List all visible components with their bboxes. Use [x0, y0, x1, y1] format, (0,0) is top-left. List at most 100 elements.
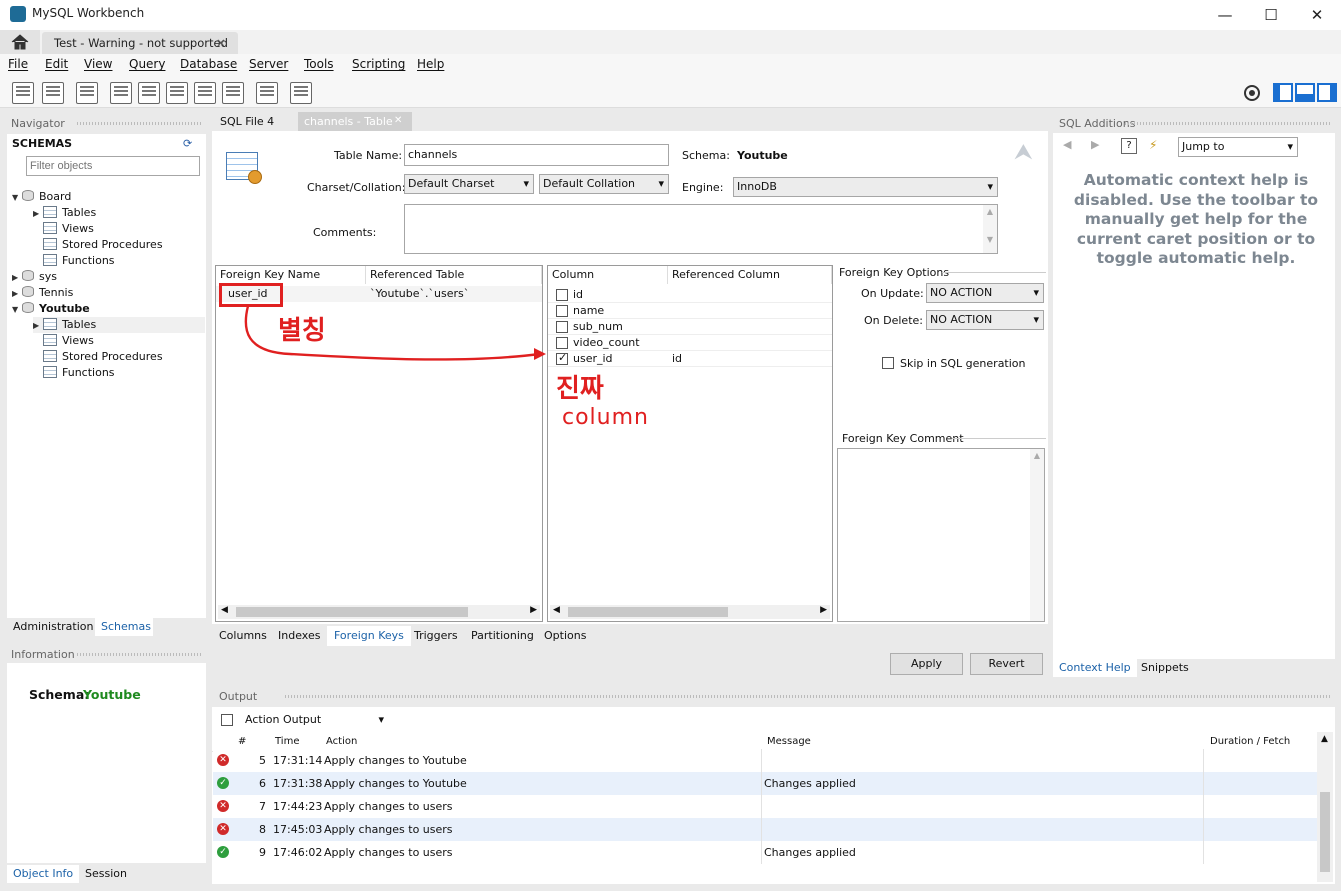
- charset-select[interactable]: Default Charset: [404, 174, 534, 194]
- menu-file[interactable]: File: [8, 57, 28, 71]
- column-row[interactable]: video_count: [548, 335, 832, 351]
- column-grid-hscrollbar[interactable]: ◀ ▶: [550, 605, 830, 619]
- menu-database[interactable]: Database: [180, 57, 237, 71]
- output-row[interactable]: ✓ 9 17:46:02 Apply changes to users Changes …: [213, 841, 1317, 864]
- menu-scripting[interactable]: Scripting: [352, 57, 405, 71]
- home-tab[interactable]: [0, 30, 40, 54]
- comments-textarea[interactable]: ▲ ▼: [404, 204, 998, 254]
- schema-board[interactable]: ▼ Board: [12, 189, 204, 205]
- reconnect-icon[interactable]: [290, 82, 312, 104]
- output-row[interactable]: ✕ 8 17:45:03 Apply changes to users: [213, 818, 1317, 841]
- expand-icon[interactable]: ▶: [12, 270, 22, 286]
- collapse-header-icon[interactable]: ⮝: [1014, 142, 1033, 164]
- output-row[interactable]: ✓ 6 17:31:38 Apply changes to Youtube Change…: [213, 772, 1317, 795]
- tab-channels-table[interactable]: channels - Table ✕: [298, 112, 412, 131]
- refresh-schemas-icon[interactable]: ⟳: [183, 137, 192, 150]
- collation-select[interactable]: Default Collation: [539, 174, 669, 194]
- subtab-triggers[interactable]: Triggers: [414, 629, 458, 642]
- menu-server[interactable]: Server: [249, 57, 288, 71]
- subtab-foreign-keys[interactable]: Foreign Keys: [327, 626, 411, 646]
- connection-tab[interactable]: Test - Warning - not supported ✕: [42, 32, 238, 54]
- referenced-column-value[interactable]: id: [672, 352, 682, 365]
- apply-button[interactable]: Apply: [890, 653, 963, 675]
- open-sql-script-icon[interactable]: [42, 82, 64, 104]
- menu-query[interactable]: Query: [129, 57, 165, 71]
- tab-session[interactable]: Session: [79, 865, 133, 883]
- settings-gear-icon[interactable]: [1243, 84, 1261, 102]
- schema-youtube[interactable]: ▼ Youtube: [12, 301, 204, 317]
- fk-grid-hscrollbar[interactable]: ◀ ▶: [218, 605, 540, 619]
- fk-comment-textarea[interactable]: ▲: [837, 448, 1045, 622]
- tree-item-views[interactable]: Views: [33, 221, 205, 237]
- inspector-icon[interactable]: [76, 82, 98, 104]
- new-sql-tab-icon[interactable]: [12, 82, 34, 104]
- toggle-secondary-sidebar-icon[interactable]: [1317, 83, 1337, 102]
- expand-icon[interactable]: ▶: [12, 286, 22, 302]
- create-procedure-icon[interactable]: [194, 82, 216, 104]
- tab-close-icon[interactable]: ✕: [216, 36, 226, 50]
- table-name-input[interactable]: channels: [404, 144, 669, 166]
- tab-snippets[interactable]: Snippets: [1135, 659, 1195, 677]
- expand-icon[interactable]: ▶: [33, 206, 43, 222]
- subtab-indexes[interactable]: Indexes: [278, 629, 320, 642]
- create-function-icon[interactable]: [222, 82, 244, 104]
- skip-sql-checkbox[interactable]: [882, 357, 894, 369]
- tab-channels-close-icon[interactable]: ✕: [394, 115, 402, 126]
- menu-tools[interactable]: Tools: [304, 57, 334, 71]
- collapse-icon[interactable]: ▼: [12, 190, 22, 206]
- on-update-select[interactable]: NO ACTION: [926, 283, 1044, 303]
- menu-edit[interactable]: Edit: [45, 57, 68, 71]
- maximize-button[interactable]: ☐: [1248, 2, 1294, 28]
- title-bar: [0, 0, 1341, 30]
- subtab-options[interactable]: Options: [544, 629, 586, 642]
- schema-tennis[interactable]: ▶ Tennis: [12, 285, 204, 301]
- menu-view[interactable]: View: [84, 57, 112, 71]
- subtab-partitioning[interactable]: Partitioning: [471, 629, 534, 642]
- expand-icon[interactable]: ▶: [33, 318, 43, 334]
- on-delete-select[interactable]: NO ACTION: [926, 310, 1044, 330]
- output-row[interactable]: ✕ 5 17:31:14 Apply changes to Youtube: [213, 749, 1317, 772]
- tree-item-tables[interactable]: ▶ Tables: [33, 205, 205, 221]
- filter-objects-input[interactable]: [26, 156, 200, 176]
- back-icon[interactable]: ◀: [1063, 138, 1071, 151]
- create-schema-icon[interactable]: [110, 82, 132, 104]
- schema-sys[interactable]: ▶ sys: [12, 269, 204, 285]
- output-vscrollbar[interactable]: ▲: [1317, 732, 1333, 882]
- search-table-data-icon[interactable]: [256, 82, 278, 104]
- tree-item-tables[interactable]: ▶ Tables: [33, 317, 205, 333]
- tab-object-info[interactable]: Object Info: [7, 865, 80, 883]
- tab-context-help[interactable]: Context Help: [1053, 659, 1137, 677]
- minimize-button[interactable]: —: [1202, 2, 1248, 28]
- editor-tab-strip: SQL File 4 channels - Table ✕: [212, 112, 1048, 131]
- jump-to-select[interactable]: Jump to: [1178, 137, 1298, 157]
- close-button[interactable]: ✕: [1294, 2, 1340, 28]
- tree-item-stored-procedures[interactable]: Stored Procedures: [33, 237, 205, 253]
- tab-sql-file[interactable]: SQL File 4: [214, 112, 296, 131]
- collapse-icon[interactable]: ▼: [12, 302, 22, 318]
- tree-item-functions[interactable]: Functions: [33, 365, 205, 381]
- tree-item-stored-procedures[interactable]: Stored Procedures: [33, 349, 205, 365]
- output-type-select[interactable]: Action Output: [241, 710, 389, 730]
- revert-button[interactable]: Revert: [970, 653, 1043, 675]
- column-row[interactable]: user_id id: [548, 351, 832, 367]
- column-row[interactable]: id: [548, 287, 832, 303]
- column-row[interactable]: sub_num: [548, 319, 832, 335]
- manual-help-icon[interactable]: ?: [1121, 138, 1137, 154]
- tab-schemas[interactable]: Schemas: [95, 618, 153, 636]
- toggle-output-icon[interactable]: [1295, 83, 1315, 102]
- forward-icon[interactable]: ▶: [1091, 138, 1099, 151]
- menu-help[interactable]: Help: [417, 57, 444, 71]
- engine-select[interactable]: InnoDB: [733, 177, 998, 197]
- column-row[interactable]: name: [548, 303, 832, 319]
- output-row[interactable]: ✕ 7 17:44:23 Apply changes to users: [213, 795, 1317, 818]
- auto-help-icon[interactable]: ⚡: [1149, 138, 1157, 152]
- tree-item-views[interactable]: Views: [33, 333, 205, 349]
- toggle-sidebar-icon[interactable]: [1273, 83, 1293, 102]
- output-row-number: 9: [259, 846, 266, 859]
- copy-output-icon[interactable]: [221, 714, 233, 726]
- create-view-icon[interactable]: [166, 82, 188, 104]
- tab-administration[interactable]: Administration: [7, 618, 100, 636]
- create-table-icon[interactable]: [138, 82, 160, 104]
- tree-item-functions[interactable]: Functions: [33, 253, 205, 269]
- subtab-columns[interactable]: Columns: [219, 629, 267, 642]
